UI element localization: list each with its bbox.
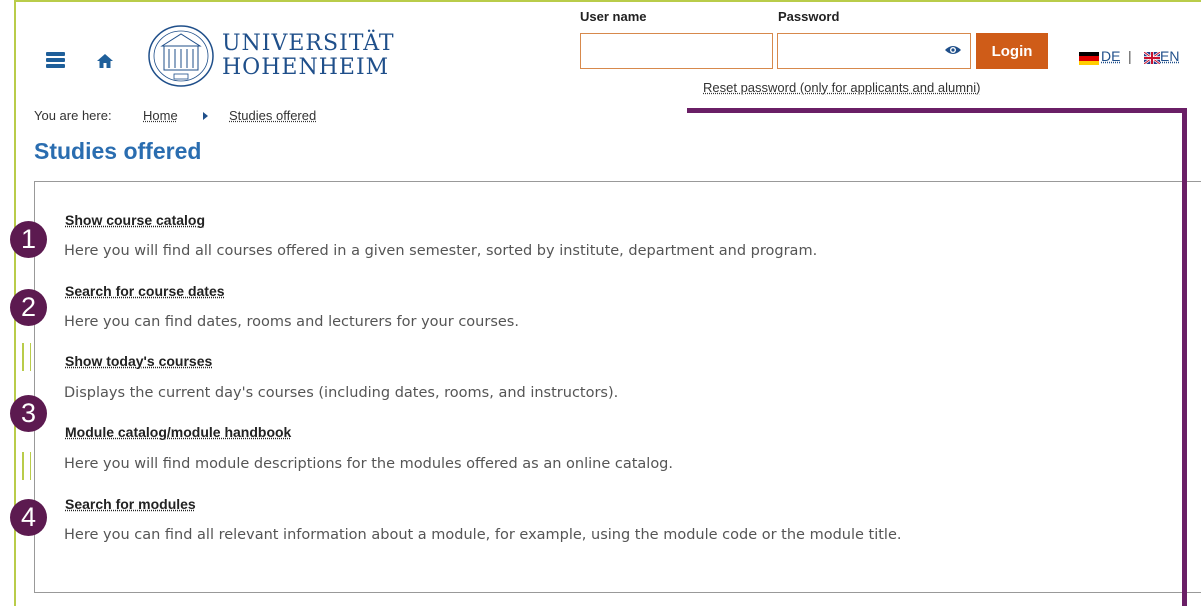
accent-mark bbox=[22, 452, 24, 480]
item-description: Here you will find module descriptions f… bbox=[64, 456, 673, 472]
login-button[interactable]: Login bbox=[976, 33, 1048, 69]
language-separator: | bbox=[1128, 48, 1132, 64]
eye-icon[interactable] bbox=[945, 44, 961, 56]
breadcrumb-home-link[interactable]: Home bbox=[143, 108, 178, 123]
search-course-dates-link[interactable]: Search for course dates bbox=[65, 283, 225, 299]
university-name: UNIVERSITÄT HOHENHEIM bbox=[222, 31, 395, 80]
accent-mark bbox=[22, 343, 24, 371]
annotation-badge-2: 2 bbox=[10, 289, 47, 326]
chevron-right-icon bbox=[203, 112, 208, 120]
university-logo[interactable] bbox=[146, 24, 216, 88]
show-todays-courses-link[interactable]: Show today's courses bbox=[65, 353, 212, 369]
menu-icon[interactable] bbox=[46, 52, 65, 69]
item-description: Displays the current day's courses (incl… bbox=[64, 385, 619, 401]
breadcrumb-current[interactable]: Studies offered bbox=[229, 108, 316, 123]
show-course-catalog-link[interactable]: Show course catalog bbox=[65, 212, 205, 228]
annotation-badge-4: 4 bbox=[10, 499, 47, 536]
language-de-link[interactable]: DE bbox=[1101, 48, 1120, 64]
module-catalog-link[interactable]: Module catalog/module handbook bbox=[65, 424, 291, 440]
top-accent-border bbox=[14, 0, 1201, 2]
password-input[interactable] bbox=[777, 33, 971, 69]
item-description: Here you can find dates, rooms and lectu… bbox=[64, 314, 519, 330]
item-description: Here you will find all courses offered i… bbox=[64, 243, 818, 259]
breadcrumb-prefix: You are here: bbox=[34, 108, 112, 123]
language-en-link[interactable]: EN bbox=[1160, 48, 1179, 64]
home-icon[interactable] bbox=[97, 54, 113, 68]
flag-uk-icon bbox=[1144, 52, 1160, 64]
accent-mark bbox=[30, 452, 31, 480]
accent-mark bbox=[30, 343, 31, 371]
password-label: Password bbox=[778, 9, 840, 24]
flag-de-icon bbox=[1079, 52, 1099, 65]
search-modules-link[interactable]: Search for modules bbox=[65, 496, 196, 512]
annotation-badge-3: 3 bbox=[10, 395, 47, 432]
username-input[interactable] bbox=[580, 33, 773, 69]
item-description: Here you can find all relevant informati… bbox=[64, 527, 902, 543]
annotation-badge-1: 1 bbox=[10, 221, 47, 258]
reset-password-link[interactable]: Reset password (only for applicants and … bbox=[703, 80, 980, 95]
page-title: Studies offered bbox=[34, 138, 202, 164]
username-label: User name bbox=[580, 9, 647, 24]
callout-line bbox=[1182, 108, 1187, 606]
callout-line bbox=[687, 108, 1187, 113]
